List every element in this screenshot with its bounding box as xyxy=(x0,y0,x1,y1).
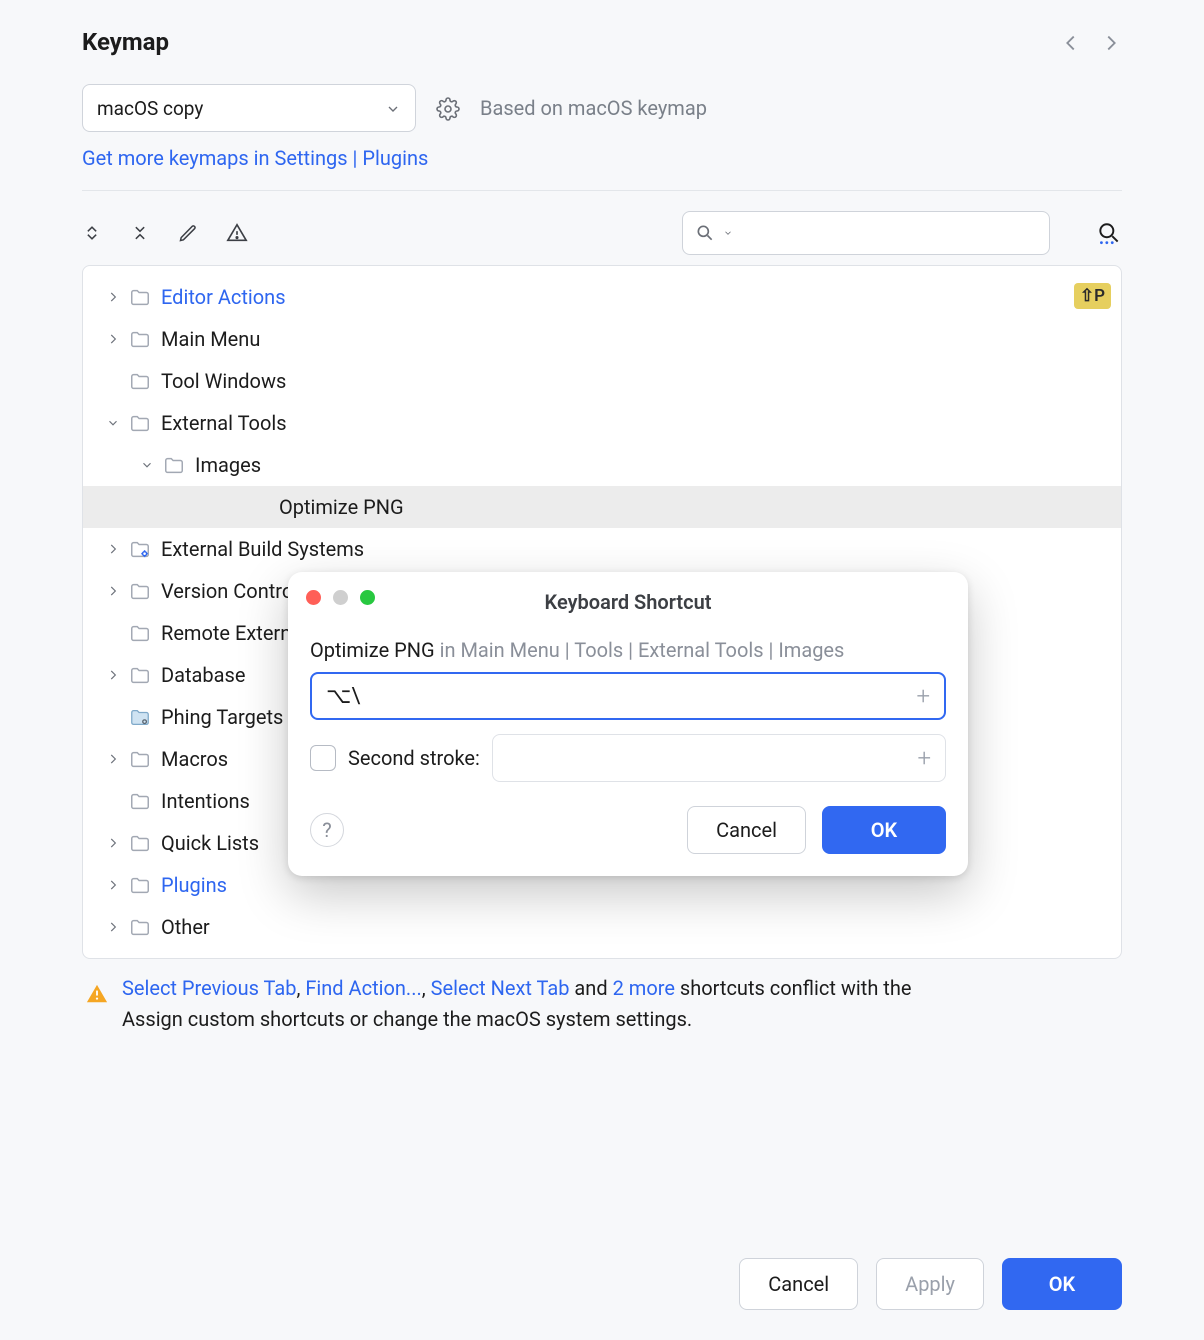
tree-row-label: Intentions xyxy=(161,789,250,813)
help-icon[interactable]: ? xyxy=(310,813,344,847)
search-field[interactable] xyxy=(741,222,1037,245)
tree-row-label: Database xyxy=(161,663,245,687)
ok-button[interactable]: OK xyxy=(1002,1258,1122,1310)
dialog-title: Keyboard Shortcut xyxy=(310,590,946,614)
back-arrow-icon[interactable] xyxy=(1060,30,1082,55)
tree-row[interactable]: Editor Actions ⇧P xyxy=(83,276,1121,318)
divider xyxy=(82,190,1122,191)
folder-icon xyxy=(129,915,151,940)
warning-triangle-icon xyxy=(86,977,108,999)
tree-row-label: Remote Externa xyxy=(161,621,302,645)
cancel-button[interactable]: Cancel xyxy=(739,1258,858,1310)
page-title: Keymap xyxy=(82,28,169,56)
search-icon xyxy=(695,223,715,243)
chevron-right-icon[interactable] xyxy=(101,752,125,766)
folder-icon xyxy=(129,789,151,814)
stroke-value: ⌥\ xyxy=(326,684,360,709)
chevron-right-icon[interactable] xyxy=(101,542,125,556)
tree-row[interactable]: External Build Systems xyxy=(83,528,1121,570)
first-stroke-input[interactable]: ⌥\ + xyxy=(310,672,946,720)
chevron-right-icon[interactable] xyxy=(101,668,125,682)
tree-row[interactable]: Images xyxy=(83,444,1121,486)
second-stroke-input: + xyxy=(492,734,946,782)
folder-icon xyxy=(129,747,151,772)
conflict-warning: Select Previous Tab, Find Action..., Sel… xyxy=(122,973,911,1035)
edit-icon[interactable] xyxy=(178,223,198,243)
chevron-down-icon xyxy=(723,228,733,238)
tree-row-label: Plugins xyxy=(161,873,227,897)
close-icon[interactable] xyxy=(306,590,321,605)
second-stroke-checkbox[interactable] xyxy=(310,745,336,771)
tree-row[interactable]: Other xyxy=(83,906,1121,948)
shortcut-badge: ⇧P xyxy=(1074,283,1111,309)
collapse-all-icon[interactable] xyxy=(130,223,150,243)
tree-row-label: Images xyxy=(195,453,261,477)
folder-icon xyxy=(129,831,151,856)
tree-row-label: Tool Windows xyxy=(161,369,286,393)
chevron-right-icon[interactable] xyxy=(101,920,125,934)
chevron-right-icon[interactable] xyxy=(101,332,125,346)
more-keymaps-link[interactable]: Get more keymaps in Settings | Plugins xyxy=(82,146,428,170)
gear-icon[interactable] xyxy=(436,95,460,121)
chevron-right-icon[interactable] xyxy=(101,584,125,598)
folder-icon xyxy=(129,369,151,394)
folder-icon xyxy=(129,621,151,646)
tree-row-label: Version Control xyxy=(161,579,298,603)
conflict-link-more[interactable]: 2 more xyxy=(613,976,675,1000)
conflict-link-2[interactable]: Find Action... xyxy=(305,976,421,1000)
keymap-select[interactable]: macOS copy xyxy=(82,84,416,132)
second-stroke-label: Second stroke: xyxy=(348,746,480,770)
chevron-down-icon xyxy=(385,97,401,120)
tree-row-label: Quick Lists xyxy=(161,831,259,855)
search-input[interactable] xyxy=(682,211,1050,255)
folder-icon xyxy=(129,663,151,688)
forward-arrow-icon[interactable] xyxy=(1100,30,1122,55)
tree-row[interactable]: Main Menu xyxy=(83,318,1121,360)
keymap-select-value: macOS copy xyxy=(97,97,203,120)
conflict-link-3[interactable]: Select Next Tab xyxy=(431,976,570,1000)
tree-row-label: Editor Actions xyxy=(161,285,286,309)
tree-row[interactable]: Tool Windows xyxy=(83,360,1121,402)
dialog-ok-button[interactable]: OK xyxy=(822,806,946,854)
dialog-breadcrumb: Optimize PNG in Main Menu | Tools | Exte… xyxy=(310,638,946,662)
apply-button: Apply xyxy=(876,1258,984,1310)
tree-row[interactable]: External Tools xyxy=(83,402,1121,444)
conflict-link-1[interactable]: Select Previous Tab xyxy=(122,976,296,1000)
folder-icon xyxy=(129,327,151,352)
chevron-right-icon[interactable] xyxy=(101,878,125,892)
tree-row-label: Main Menu xyxy=(161,327,260,351)
folder-icon xyxy=(129,411,151,436)
plus-icon: + xyxy=(917,744,931,772)
find-action-by-shortcut-icon[interactable] xyxy=(1096,220,1122,246)
folder-icon xyxy=(129,579,151,604)
dialog-cancel-button[interactable]: Cancel xyxy=(687,806,806,854)
chevron-down-icon[interactable] xyxy=(101,416,125,430)
based-on-label: Based on macOS keymap xyxy=(480,96,707,120)
tree-row-label: External Build Systems xyxy=(161,537,364,561)
tree-row-label: Optimize PNG xyxy=(279,495,404,519)
tree-row-label: Phing Targets xyxy=(161,705,283,729)
warning-icon[interactable] xyxy=(226,222,248,244)
chevron-down-icon[interactable] xyxy=(135,458,159,472)
tree-row[interactable]: Optimize PNG xyxy=(83,486,1121,528)
zoom-icon[interactable] xyxy=(360,590,375,605)
folder-icon xyxy=(129,705,151,730)
plus-icon[interactable]: + xyxy=(916,682,930,710)
expand-all-icon[interactable] xyxy=(82,223,102,243)
chevron-right-icon[interactable] xyxy=(101,836,125,850)
chevron-right-icon[interactable] xyxy=(101,290,125,304)
keyboard-shortcut-dialog: Keyboard Shortcut Optimize PNG in Main M… xyxy=(288,572,968,876)
tree-row-label: External Tools xyxy=(161,411,287,435)
folder-icon xyxy=(129,537,151,562)
tree-row-label: Other xyxy=(161,915,210,939)
folder-icon xyxy=(129,285,151,310)
tree-row-label: Macros xyxy=(161,747,228,771)
folder-icon xyxy=(163,453,185,478)
folder-icon xyxy=(129,873,151,898)
minimize-icon xyxy=(333,590,348,605)
